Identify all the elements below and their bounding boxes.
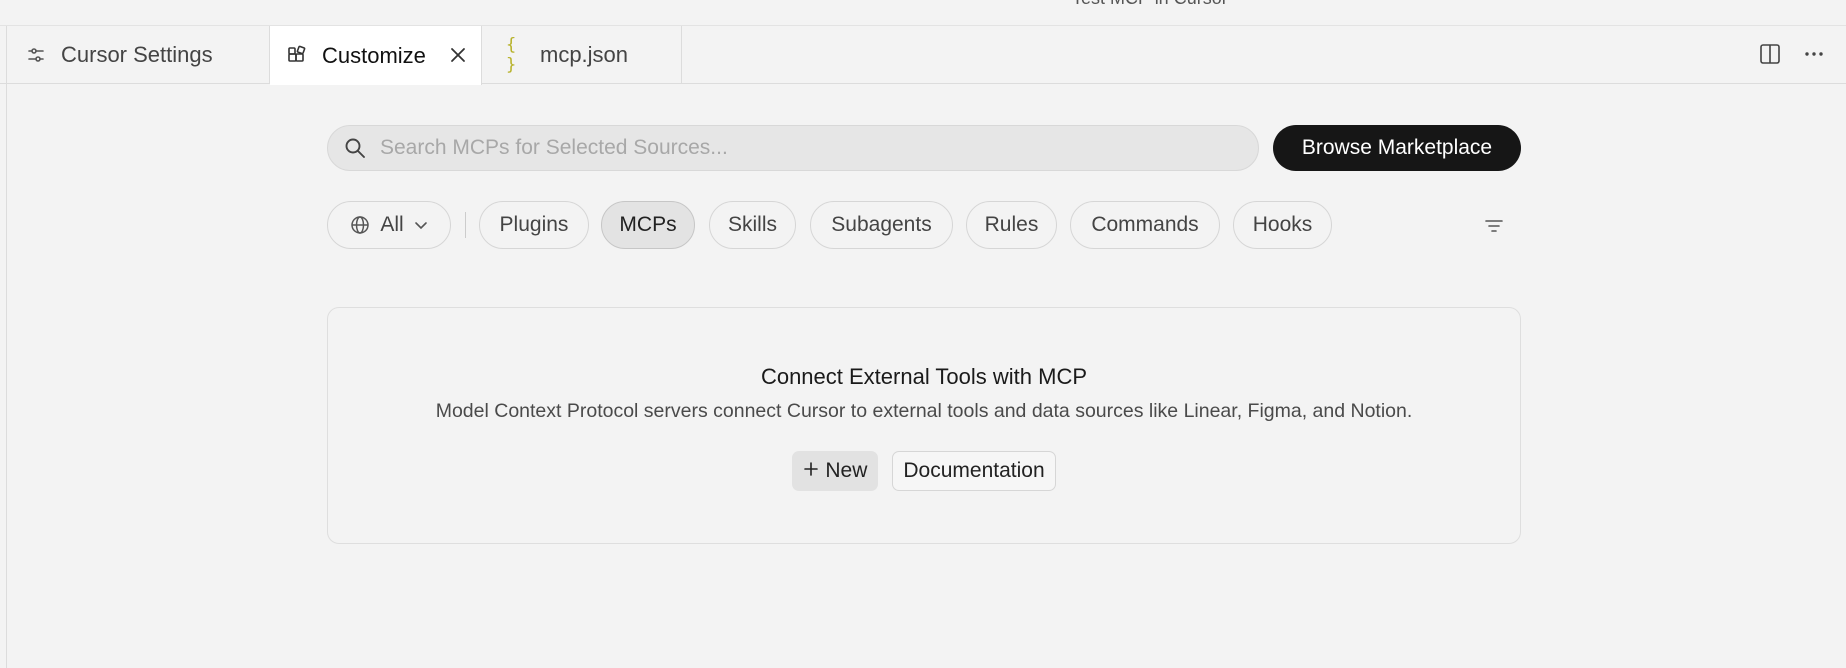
tab-label: mcp.json [540, 42, 629, 67]
empty-state-title: Connect External Tools with MCP [760, 364, 1088, 389]
chip-subagents[interactable]: Subagents [810, 201, 953, 249]
search-bar[interactable] [327, 125, 1259, 171]
editor-tab-bar: Cursor Settings Customize { } mcp.json [0, 26, 1846, 85]
mcp-empty-state-card: Connect External Tools with MCP Model Co… [327, 307, 1521, 544]
window-title: Test MCP in Cursor [1072, 0, 1228, 9]
editor-actions [1756, 40, 1828, 68]
chip-rules[interactable]: Rules [966, 201, 1057, 249]
tab-label: Cursor Settings [61, 42, 213, 67]
globe-icon [350, 215, 370, 235]
chip-hooks[interactable]: Hooks [1233, 201, 1332, 249]
documentation-button[interactable]: Documentation [892, 451, 1056, 491]
filter-icon[interactable] [1480, 212, 1508, 240]
chevron-down-icon [414, 218, 428, 232]
blocks-icon [286, 45, 308, 67]
source-filter-dropdown[interactable]: All [327, 201, 451, 249]
json-braces-icon: { } [506, 35, 517, 75]
empty-state-actions: New Documentation [328, 451, 1520, 491]
new-button-label: New [825, 459, 868, 482]
chip-commands[interactable]: Commands [1070, 201, 1220, 249]
window-titlebar: Test MCP in Cursor [0, 0, 1846, 26]
tab-cursor-settings[interactable]: Cursor Settings [6, 26, 270, 84]
source-filter-label: All [380, 213, 404, 236]
chip-skills[interactable]: Skills [709, 201, 796, 249]
filter-divider [465, 212, 466, 238]
tab-label: Customize [322, 42, 426, 68]
chip-mcps[interactable]: MCPs [601, 201, 695, 249]
tab-mcp-json[interactable]: { } mcp.json [482, 26, 682, 84]
more-actions-icon[interactable] [1800, 40, 1828, 68]
browse-marketplace-button[interactable]: Browse Marketplace [1273, 125, 1521, 171]
search-input[interactable] [380, 136, 1258, 160]
close-icon[interactable] [447, 44, 469, 66]
plus-icon [803, 459, 819, 483]
split-editor-icon[interactable] [1756, 40, 1784, 68]
tab-customize[interactable]: Customize [270, 26, 482, 85]
chip-plugins[interactable]: Plugins [479, 201, 589, 249]
search-icon [342, 135, 368, 161]
empty-state-description: Model Context Protocol servers connect C… [435, 400, 1413, 422]
editor-left-border [6, 84, 7, 668]
sliders-icon [25, 44, 47, 66]
new-mcp-button[interactable]: New [792, 451, 879, 491]
